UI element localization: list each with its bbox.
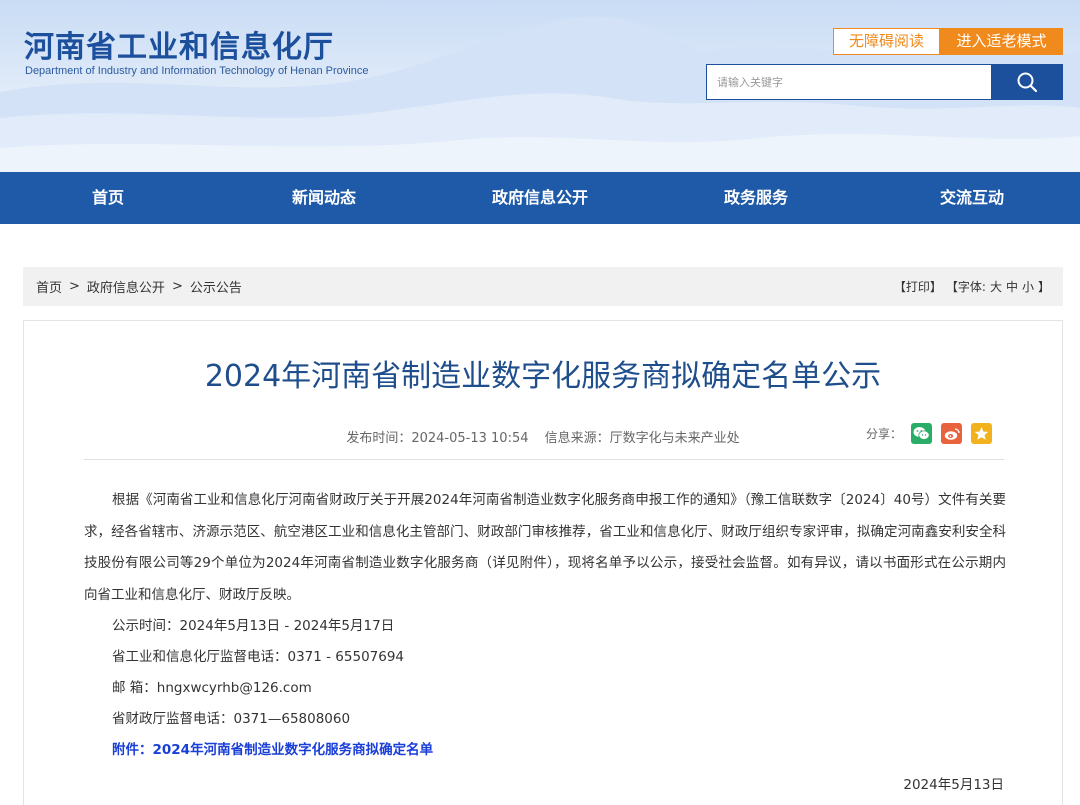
nav-item-interaction[interactable]: 交流互动 [864,172,1080,224]
font-size-label: 【字体: [945,280,986,294]
wechat-icon[interactable] [911,423,933,444]
article-title: 2024年河南省制造业数字化服务商拟确定名单公示 [204,359,882,394]
attachment-link[interactable]: 附件：2024年河南省制造业数字化服务商拟确定名单 [84,735,1006,766]
main-nav: 首页 新闻动态 政府信息公开 政务服务 交流互动 [0,172,1080,224]
contact-email: 邮 箱：hngxwcyrhb@126.com [112,680,312,696]
breadcrumb-separator: > [171,279,183,294]
share-label: 分享： [866,427,903,441]
elderly-mode-button[interactable]: 进入适老模式 [940,28,1063,55]
share-bar: 分享： [866,423,993,444]
site-title[interactable]: 河南省工业和信息化厅 [24,22,334,66]
breadcrumb: 首页 > 政府信息公开 > 公示公告 [36,277,242,296]
font-small-button[interactable]: 小 [1022,278,1034,295]
publish-time: 发布时间：2024-05-13 10:54 [346,431,529,446]
breadcrumb-item-gov-info[interactable]: 政府信息公开 [87,277,165,296]
accessibility-reading-button[interactable]: 无障碍阅读 [833,28,940,55]
site-header: 河南省工业和信息化厅 Department of Industry and In… [0,0,1080,172]
accessibility-buttons: 无障碍阅读 进入适老模式 [833,28,1063,55]
site-subtitle: Department of Industry and Information T… [25,65,369,77]
search-button[interactable] [991,64,1063,100]
page-tools: 【打印】 【字体: 大 中 小 】 [894,278,1050,295]
font-size-suffix: 】 [1037,280,1050,294]
info-source: 信息来源：厅数字化与未来产业处 [544,431,740,446]
nav-item-home[interactable]: 首页 [0,172,216,224]
search-box [706,64,1063,100]
notice-period: 公示时间：2024年5月13日 - 2024年5月17日 [112,618,395,634]
finance-dept-phone: 省财政厅监督电话：0371—65808060 [112,711,351,727]
breadcrumb-item-notices[interactable]: 公示公告 [190,277,242,296]
nav-item-gov-info[interactable]: 政府信息公开 [432,172,648,224]
favorite-icon[interactable] [971,423,993,444]
article: 2024年河南省制造业数字化服务商拟确定名单公示 发布时间：2024-05-13… [23,320,1063,805]
font-large-button[interactable]: 大 [990,278,1002,295]
nav-item-services[interactable]: 政务服务 [648,172,864,224]
font-medium-button[interactable]: 中 [1006,278,1018,295]
article-date: 2024年5月13日 [903,777,1004,793]
breadcrumb-bar: 首页 > 政府信息公开 > 公示公告 【打印】 【字体: 大 中 小 】 [23,267,1063,306]
article-paragraph: 根据《河南省工业和信息化厅河南省财政厅关于开展2024年河南省制造业数字化服务商… [84,492,1006,603]
search-icon [1017,72,1038,93]
search-input[interactable] [706,64,991,100]
meta-divider [84,459,1004,460]
nav-item-news[interactable]: 新闻动态 [216,172,432,224]
breadcrumb-separator: > [69,279,80,294]
breadcrumb-item-home[interactable]: 首页 [36,277,62,296]
industry-dept-phone: 省工业和信息化厅监督电话：0371 - 65507694 [112,649,405,665]
print-button[interactable]: 【打印】 [894,278,942,295]
article-body: 根据《河南省工业和信息化厅河南省财政厅关于开展2024年河南省制造业数字化服务商… [84,485,1006,766]
weibo-icon[interactable] [941,423,963,444]
